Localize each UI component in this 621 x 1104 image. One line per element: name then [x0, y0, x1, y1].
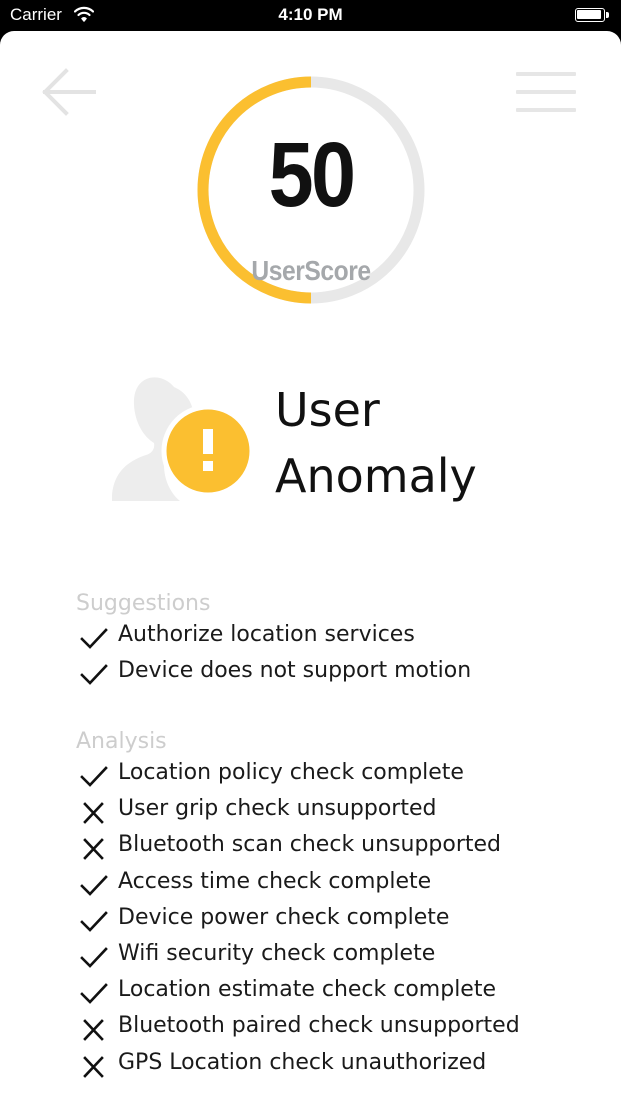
list-item-label: Location estimate check complete — [118, 977, 497, 1003]
list-item-label: User grip check unsupported — [118, 796, 437, 822]
list-item: Location estimate check complete — [80, 975, 600, 1011]
checkmark-icon — [80, 874, 108, 896]
status-time: 4:10 PM — [278, 5, 343, 24]
list-item-label: Authorize location services — [118, 622, 415, 647]
status-title-line1: User — [275, 383, 380, 437]
hamburger-menu-icon — [516, 72, 576, 76]
list-item-label: Wifi security check complete — [118, 941, 436, 966]
list-item-label: Bluetooth scan check unsupported — [118, 832, 502, 858]
battery-icon — [575, 8, 611, 24]
screen: 50 UserScore User Anomaly Suggestions Au… — [0, 31, 621, 1104]
list-item: Access time check complete — [80, 867, 600, 903]
list-item: Authorize location services — [80, 620, 600, 656]
list-item: Bluetooth paired check unsupported — [80, 1011, 600, 1047]
list-item: Wifi security check complete — [80, 939, 600, 975]
status-bar: Carrier 4:10 PM — [0, 0, 621, 32]
checkmark-icon — [80, 664, 108, 686]
status-title: User Anomaly — [275, 377, 595, 509]
score-value: 50 — [268, 124, 356, 226]
list-item-label: Device power check complete — [118, 904, 450, 930]
menu-button[interactable] — [514, 69, 578, 115]
back-button[interactable] — [40, 67, 98, 117]
list-item: Location policy check complete — [80, 758, 600, 794]
cross-icon — [83, 802, 104, 825]
cross-icon — [83, 838, 104, 861]
list-item-label: Device does not support motion — [118, 658, 472, 684]
list-item-label: GPS Location check unauthorized — [118, 1049, 487, 1075]
score-label: UserScore — [251, 255, 371, 286]
list-item: Device does not support motion — [80, 656, 600, 692]
list-item: User grip check unsupported — [80, 794, 600, 830]
list-item-label: Location policy check complete — [118, 760, 464, 785]
status-title-line2: Anomaly — [275, 449, 477, 503]
cross-icon — [83, 1019, 104, 1042]
cross-icon — [83, 1055, 104, 1078]
checkmark-icon — [80, 910, 108, 932]
suggestions-title: Suggestions — [76, 591, 211, 616]
checkmark-icon — [80, 766, 108, 787]
user-score-gauge: 50 UserScore — [192, 71, 430, 309]
analysis-title: Analysis — [76, 729, 167, 754]
checkmark-icon — [80, 983, 108, 1005]
list-item-label: Bluetooth paired check unsupported — [118, 1013, 520, 1039]
checkmark-icon — [80, 947, 108, 968]
list-item: Bluetooth scan check unsupported — [80, 830, 600, 866]
list-item: Device power check complete — [80, 903, 600, 939]
arrow-left-icon — [42, 68, 96, 116]
list-item: GPS Location check unauthorized — [80, 1048, 600, 1084]
user-warning-icon — [112, 377, 255, 501]
checkmark-icon — [80, 628, 108, 649]
list-item-label: Access time check complete — [118, 868, 432, 894]
